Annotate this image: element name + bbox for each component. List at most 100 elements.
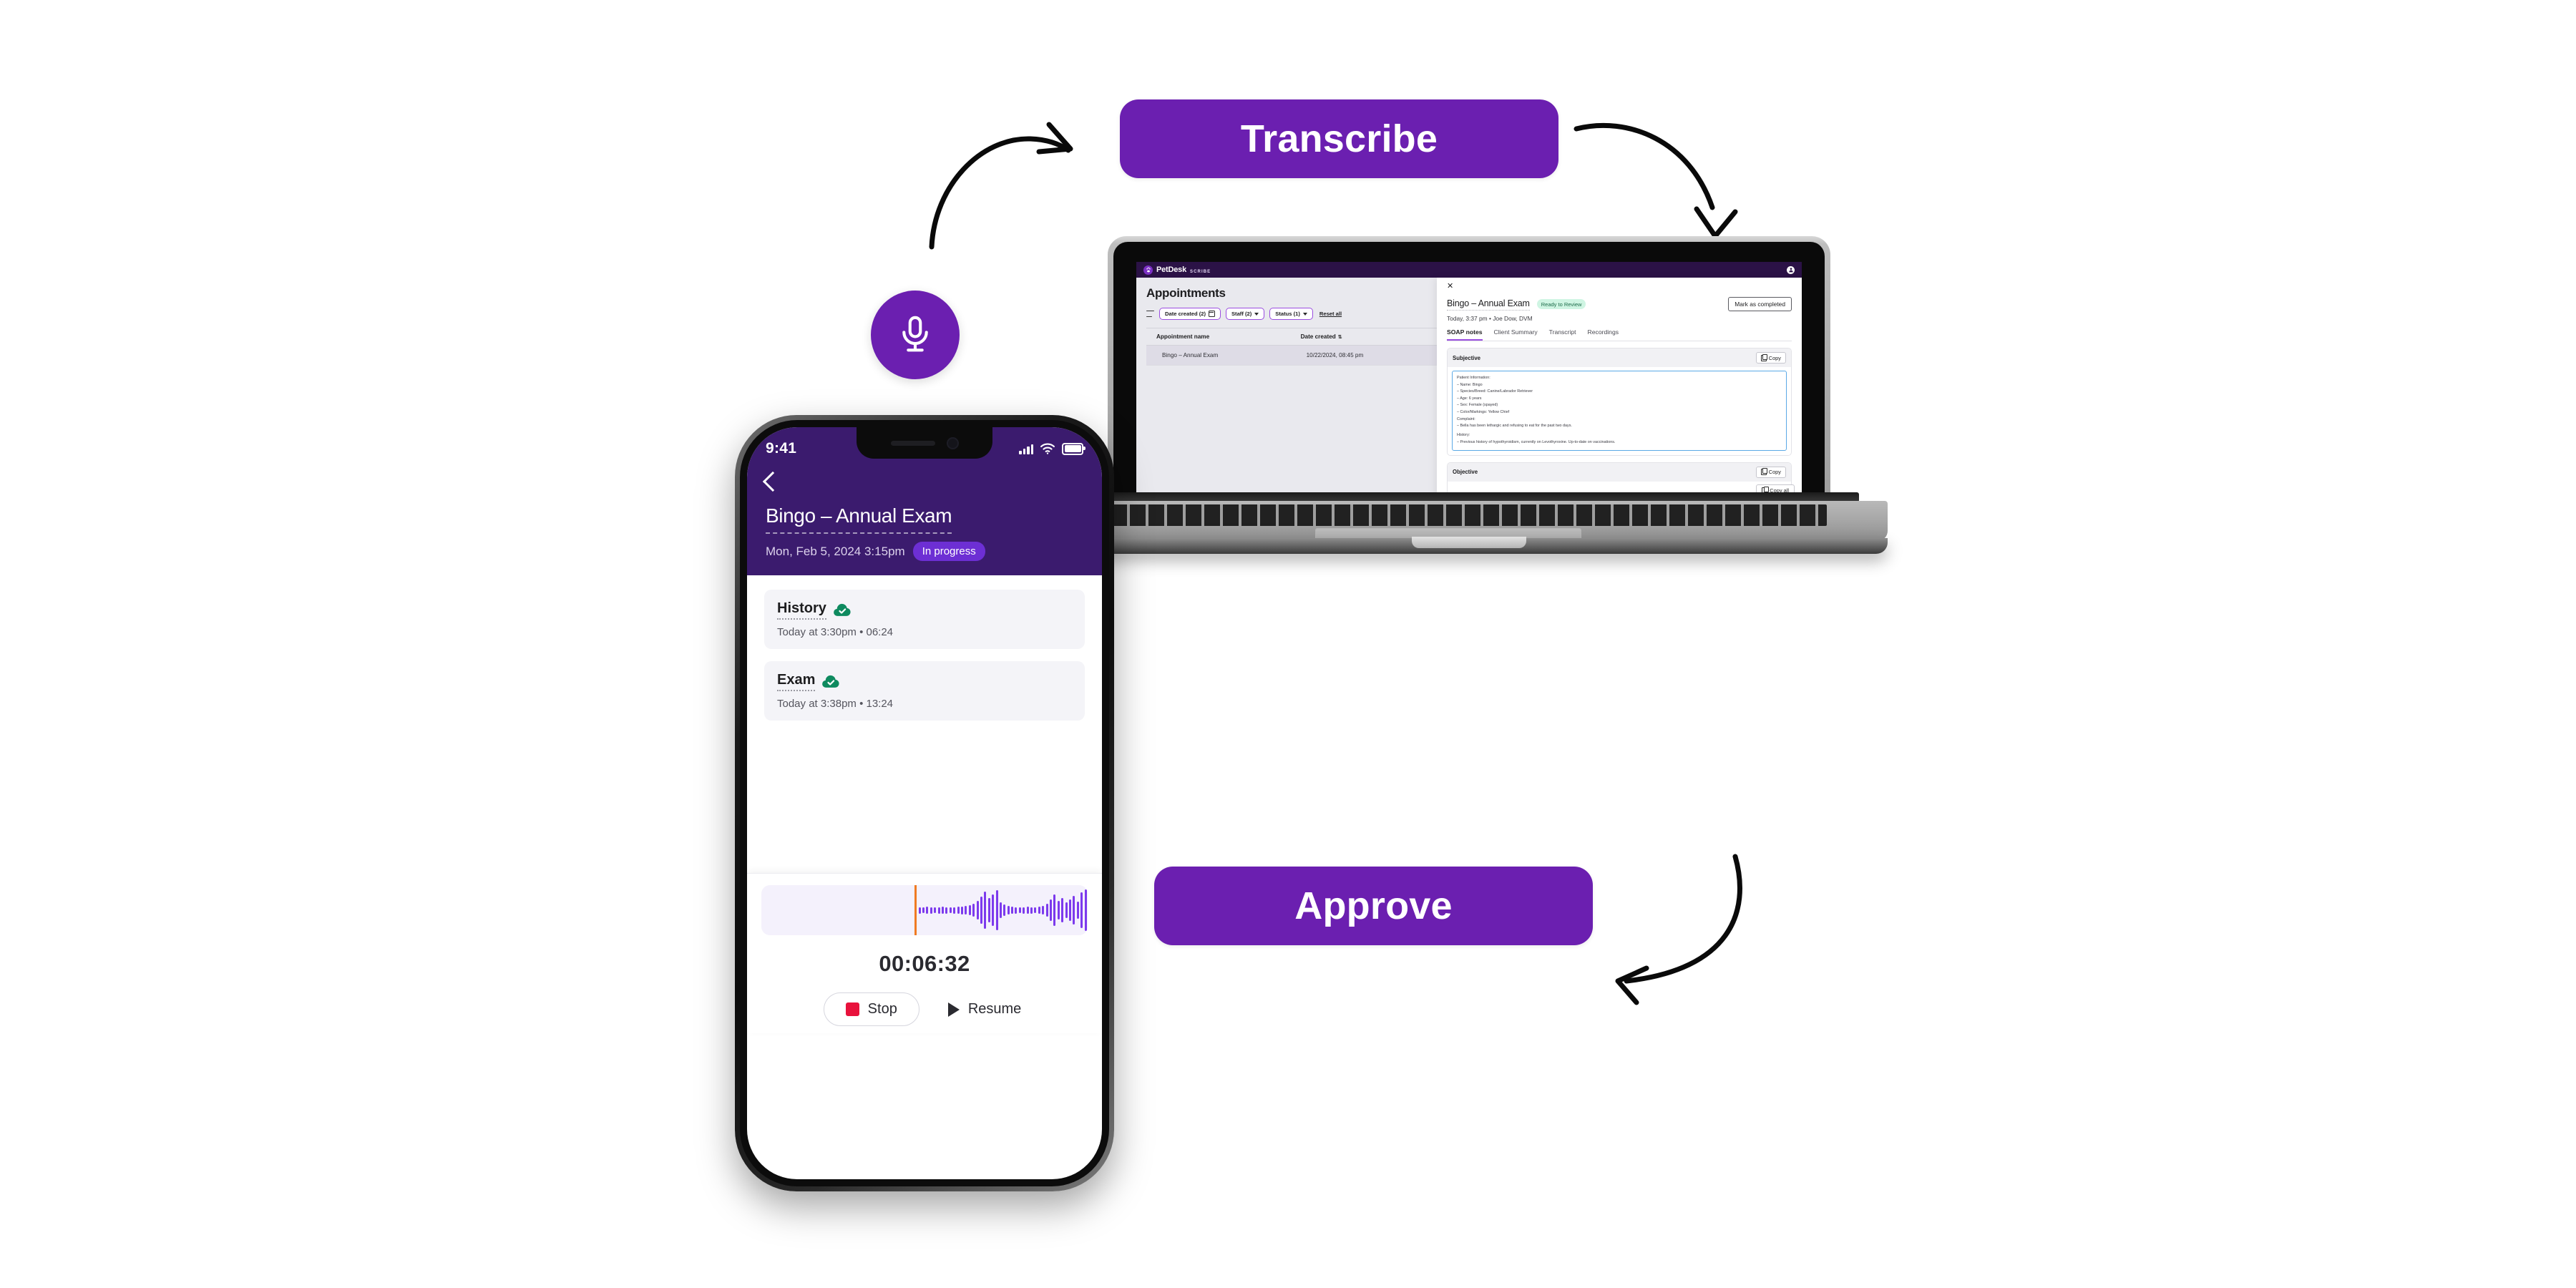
copy-objective-label: Copy bbox=[1768, 469, 1781, 476]
detail-meta: Today, 3:37 pm • Joe Dow, DVM bbox=[1447, 315, 1533, 322]
column-appointment-name[interactable]: Appointment name bbox=[1146, 328, 1291, 346]
section-objective-title: Objective bbox=[1453, 469, 1478, 476]
waveform-bar bbox=[1007, 906, 1010, 914]
recording-meta: Today at 3:30pm • 06:24 bbox=[777, 626, 894, 638]
filter-chip-status[interactable]: Status (1) bbox=[1269, 308, 1313, 320]
recordings-list: History Today at 3:30pm • 06:24 Exam Tod… bbox=[747, 575, 1102, 721]
stop-square-icon bbox=[845, 1002, 859, 1016]
section-subjective-title: Subjective bbox=[1453, 354, 1480, 361]
waveform-bar bbox=[999, 902, 1002, 918]
tab-soap-notes[interactable]: SOAP notes bbox=[1447, 328, 1483, 341]
close-icon[interactable]: ✕ bbox=[1447, 283, 1792, 291]
section-subjective: Subjective Copy Patient Information: – Na… bbox=[1447, 348, 1792, 456]
waveform-bar bbox=[1034, 907, 1037, 913]
play-triangle-icon bbox=[947, 1002, 960, 1017]
petdesk-paw-icon bbox=[1143, 265, 1153, 275]
waveform-bar bbox=[1057, 901, 1060, 919]
detail-title: Bingo – Annual Exam bbox=[1447, 298, 1530, 311]
approve-button[interactable]: Approve bbox=[1154, 867, 1593, 945]
transcribe-button[interactable]: Transcribe bbox=[1120, 99, 1558, 178]
cellular-bars-icon bbox=[1019, 444, 1033, 454]
recording-name: History bbox=[777, 600, 826, 620]
tab-recordings[interactable]: Recordings bbox=[1588, 328, 1619, 341]
filter-chip-date-created-label: Date created (2) bbox=[1165, 311, 1206, 317]
soap-line: History: bbox=[1457, 433, 1470, 438]
waveform-bar bbox=[934, 907, 937, 913]
waveform-playhead[interactable] bbox=[914, 885, 917, 935]
approve-label: Approve bbox=[1294, 884, 1453, 927]
sort-arrows-icon[interactable]: ⇅ bbox=[1338, 334, 1342, 340]
subjective-textarea[interactable]: Patient Information: – Name: Bingo – Speci… bbox=[1452, 371, 1787, 451]
soap-line: – Sex: Female (spayed) bbox=[1457, 403, 1498, 408]
chevron-down-icon bbox=[1254, 312, 1259, 316]
copy-subjective-button[interactable]: Copy bbox=[1755, 352, 1786, 364]
brand-name: PetDesk bbox=[1156, 265, 1187, 274]
waveform-bar bbox=[1038, 907, 1040, 914]
column-date-created-label: Date created bbox=[1300, 333, 1336, 340]
mark-as-completed-button[interactable]: Mark as completed bbox=[1728, 297, 1792, 311]
waveform-bar bbox=[992, 894, 995, 926]
copy-icon bbox=[1760, 468, 1768, 476]
soap-line: – Age: 6 years bbox=[1457, 396, 1482, 401]
waveform-bar bbox=[1026, 907, 1029, 914]
brand-sub: SCRIBE bbox=[1190, 269, 1211, 274]
recording-name-row: History bbox=[777, 600, 1072, 620]
phone-subtitle-row: Mon, Feb 5, 2024 3:15pm In progress bbox=[766, 542, 1083, 561]
laptop-base-notch bbox=[1412, 537, 1526, 548]
detail-tabs: SOAP notes Client Summary Transcript Rec… bbox=[1447, 328, 1792, 341]
stop-label: Stop bbox=[867, 1001, 897, 1017]
tab-client-summary[interactable]: Client Summary bbox=[1494, 328, 1538, 341]
waveform-bar bbox=[1023, 907, 1025, 914]
status-time: 9:41 bbox=[766, 440, 797, 457]
earpiece-speaker-icon bbox=[890, 440, 935, 446]
column-date-created[interactable]: Date created ⇅ bbox=[1290, 328, 1437, 346]
reset-all-button[interactable]: Reset all bbox=[1318, 308, 1343, 319]
app-topbar: PetDesk SCRIBE bbox=[1136, 262, 1802, 278]
appointments-table: Appointment name Date created ⇅ Bingo – A… bbox=[1146, 328, 1437, 366]
list-item[interactable]: History Today at 3:30pm • 06:24 bbox=[764, 590, 1085, 649]
soap-line: – Name: Bingo bbox=[1457, 382, 1483, 387]
waveform-bar bbox=[1076, 902, 1079, 919]
detail-header: Bingo – Annual Exam Ready to Review Mark… bbox=[1447, 297, 1792, 311]
waveform-bar bbox=[1080, 892, 1083, 928]
section-objective-header: Objective Copy bbox=[1448, 462, 1791, 482]
phone-notch bbox=[857, 427, 992, 459]
filter-bar: Date created (2) Staff (2) Status (1) Re… bbox=[1146, 308, 1437, 320]
table-row[interactable]: Bingo – Annual Exam 10/22/2024, 08:45 pm bbox=[1146, 345, 1437, 366]
filter-icon[interactable] bbox=[1146, 311, 1154, 317]
appointment-detail-pane: ✕ Bingo – Annual Exam Ready to Review Ma… bbox=[1437, 278, 1802, 501]
waveform-bar bbox=[1053, 894, 1056, 926]
status-icons bbox=[1019, 442, 1085, 455]
recording-timer: 00:06:32 bbox=[879, 951, 970, 976]
waveform-bar bbox=[1015, 907, 1018, 914]
resume-button[interactable]: Resume bbox=[944, 1000, 1025, 1018]
chevron-down-icon bbox=[1302, 312, 1307, 316]
waveform-bar bbox=[1073, 896, 1075, 924]
phone-mockup: 9:41 Bingo – Annual Exam Mon, Feb 5, 202… bbox=[735, 415, 1114, 1191]
tab-transcript[interactable]: Transcript bbox=[1549, 328, 1576, 341]
phone-page-title: Bingo – Annual Exam bbox=[766, 504, 952, 534]
soap-line: – Bella has been lethargic and refusing … bbox=[1457, 424, 1572, 429]
copy-objective-button[interactable]: Copy bbox=[1755, 466, 1786, 478]
filter-chip-date-created[interactable]: Date created (2) bbox=[1159, 308, 1221, 320]
battery-full-icon bbox=[1062, 442, 1085, 455]
recording-meta: Today at 3:38pm • 13:24 bbox=[777, 698, 894, 710]
filter-chip-staff[interactable]: Staff (2) bbox=[1225, 308, 1265, 320]
stop-button[interactable]: Stop bbox=[823, 992, 919, 1026]
page-title: Appointments bbox=[1146, 286, 1226, 300]
waveform-bar bbox=[942, 907, 945, 914]
laptop-keyboard-deck bbox=[1050, 501, 1888, 541]
user-avatar-icon[interactable] bbox=[1787, 265, 1795, 274]
waveform-bar bbox=[968, 905, 971, 915]
waveform-bar bbox=[1018, 907, 1021, 913]
soap-line: Patient Information: bbox=[1457, 376, 1491, 380]
waveform[interactable] bbox=[761, 885, 1088, 935]
waveform-bar bbox=[930, 907, 932, 914]
section-subjective-body: Patient Information: – Name: Bingo – Speci… bbox=[1448, 367, 1791, 455]
waveform-bar bbox=[976, 901, 979, 919]
soap-line: – Previous history of hypothyroidism, cu… bbox=[1457, 439, 1616, 444]
resume-label: Resume bbox=[967, 1001, 1022, 1017]
list-item[interactable]: Exam Today at 3:38pm • 13:24 bbox=[764, 661, 1085, 721]
recorder-panel: 00:06:32 Stop Resume bbox=[747, 873, 1102, 1033]
cloud-check-icon bbox=[834, 603, 851, 616]
